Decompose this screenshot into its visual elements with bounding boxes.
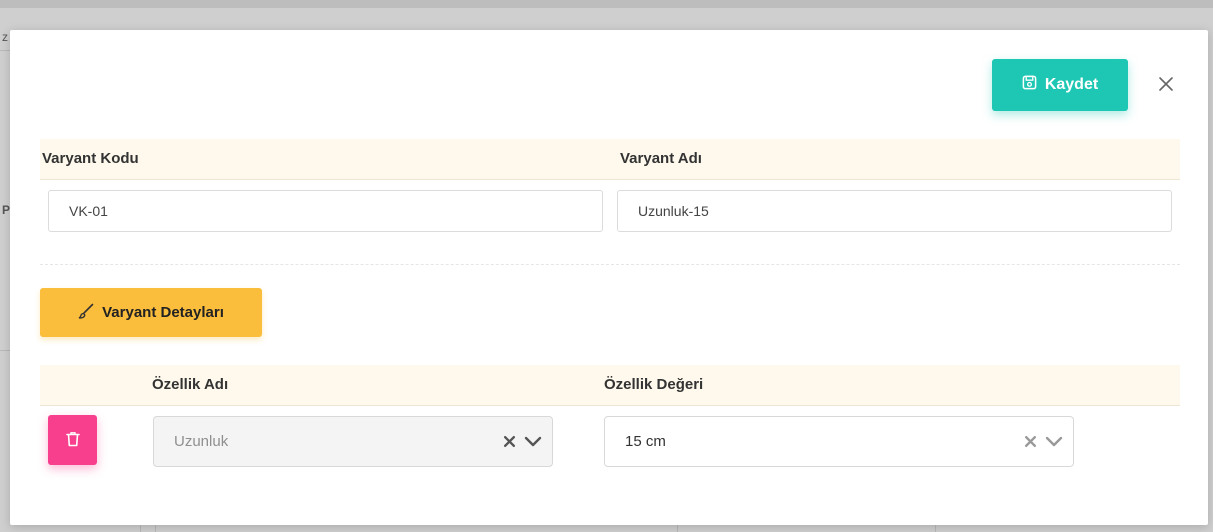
save-button[interactable]: Kaydet [992, 59, 1128, 111]
variant-header-row: Varyant Kodu Varyant Adı [40, 139, 1180, 180]
property-value-value: 15 cm [625, 433, 666, 450]
property-value-header: Özellik Değeri [604, 376, 704, 393]
background-text-fragment: z [2, 30, 8, 44]
brush-icon [78, 303, 94, 323]
background-topbar [0, 0, 1213, 8]
properties-header-row: Özellik Adı Özellik Değeri [40, 365, 1180, 406]
background-divider [155, 524, 156, 532]
variant-modal: Kaydet Varyant Kodu Varyant Adı Varyant … [10, 30, 1208, 525]
background-divider [0, 350, 10, 351]
property-name-value: Uzunluk [174, 433, 229, 450]
variant-code-input[interactable] [48, 190, 603, 232]
clear-icon[interactable] [1024, 435, 1037, 448]
delete-row-button[interactable] [48, 415, 97, 465]
background-divider [140, 524, 141, 532]
save-icon [1022, 75, 1037, 95]
chevron-down-icon[interactable] [1045, 436, 1063, 448]
background-divider [677, 524, 678, 532]
background-divider [0, 50, 10, 51]
property-name-select: Uzunluk [153, 416, 553, 467]
property-value-select[interactable]: 15 cm [604, 416, 1074, 467]
clear-icon [503, 435, 516, 448]
background-text-fragment: P [2, 203, 11, 217]
section-divider [40, 264, 1180, 265]
background-divider [935, 524, 936, 532]
variant-code-label: Varyant Kodu [42, 150, 139, 167]
variant-details-label: Varyant Detayları [102, 304, 224, 321]
close-icon[interactable] [1154, 72, 1178, 96]
property-name-header: Özellik Adı [152, 376, 229, 393]
chevron-down-icon [524, 436, 542, 448]
variant-name-input[interactable] [617, 190, 1172, 232]
trash-icon [65, 431, 80, 450]
variant-name-label: Varyant Adı [620, 150, 702, 167]
save-button-label: Kaydet [1044, 76, 1099, 93]
variant-details-button[interactable]: Varyant Detayları [40, 288, 262, 337]
